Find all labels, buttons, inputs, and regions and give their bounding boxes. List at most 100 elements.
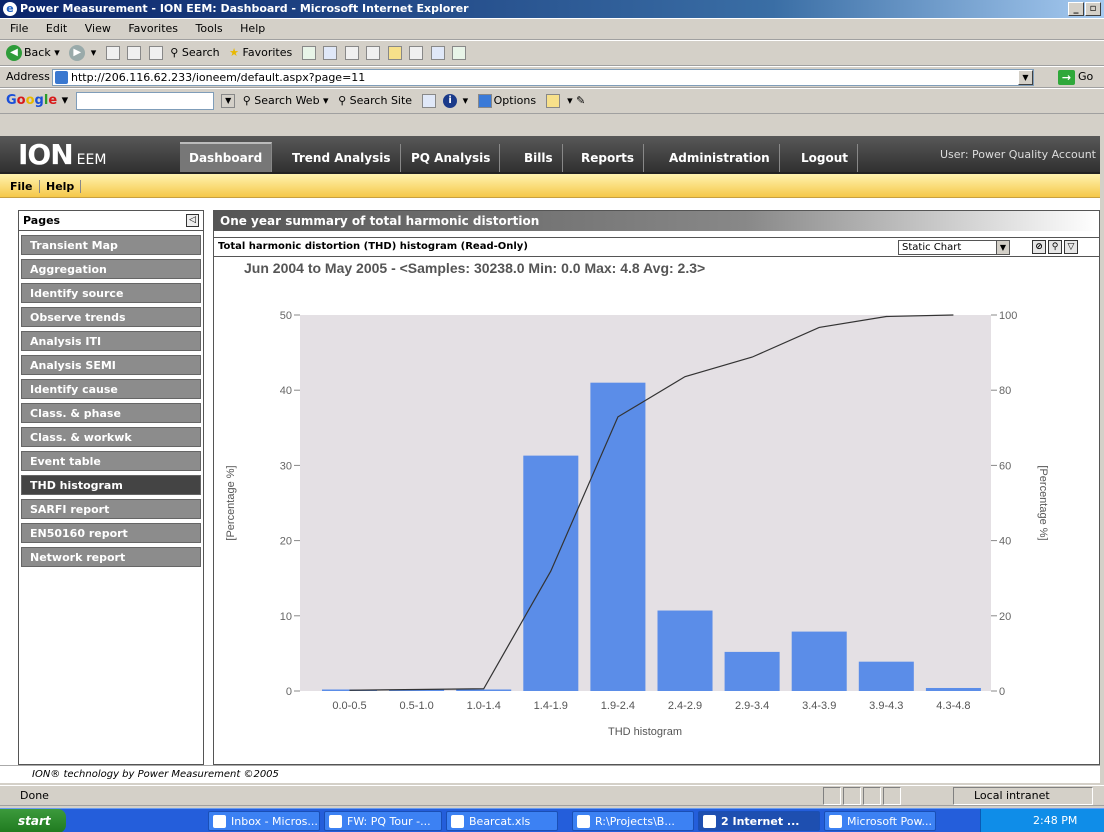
google-logo[interactable]: Google ▾ — [6, 89, 68, 113]
up-folder-icon[interactable] — [545, 94, 560, 108]
search-button[interactable]: ⚲ Search — [170, 41, 219, 65]
menu-help[interactable]: Help — [240, 22, 265, 35]
security-zone: Local intranet — [953, 787, 1093, 805]
edit-icon[interactable] — [409, 46, 424, 60]
favorites-button[interactable]: ★ Favorites — [229, 41, 292, 65]
history-icon[interactable] — [323, 46, 338, 60]
chart-header-title: Total harmonic distortion (THD) histogra… — [218, 241, 528, 252]
folder-icon — [577, 815, 590, 828]
menu-view[interactable]: View — [85, 22, 111, 35]
section-title: One year summary of total harmonic disto… — [214, 211, 1099, 231]
excel-icon — [451, 815, 464, 828]
search-web-button[interactable]: ⚲ Search Web ▾ — [243, 89, 329, 113]
tab-pq-analysis[interactable]: PQ Analysis — [402, 144, 501, 172]
maximize-button[interactable]: ▫ — [1085, 2, 1101, 16]
search-site-button[interactable]: ⚲ Search Site — [338, 89, 412, 113]
google-search-input[interactable] — [75, 92, 214, 110]
bar-3.9-4.3 — [858, 661, 914, 691]
sidebar-item-observe-trends[interactable]: Observe trends — [21, 307, 201, 327]
star-icon: ★ — [229, 46, 240, 59]
messenger-icon[interactable] — [452, 46, 467, 60]
browser-toolbar: ◀ Back ▾ ▶ ▾ ⚲ Search ★ Favorites — [0, 40, 1104, 66]
highlight-button[interactable]: ▾ ✎ — [567, 89, 585, 113]
right-tick-label: 20 — [999, 611, 1011, 623]
sidebar-item-thd-histogram[interactable]: THD histogram — [21, 475, 201, 495]
tab-administration[interactable]: Administration — [660, 144, 780, 172]
bar-4.3-4.8 — [925, 687, 981, 691]
right-tick-label: 0 — [999, 686, 1005, 698]
task-projects-folder[interactable]: R:\Projects\B... — [572, 811, 694, 831]
minimize-button[interactable]: _ — [1068, 2, 1084, 16]
outlook-icon — [213, 815, 226, 828]
task-fw-pq-tour[interactable]: FW: PQ Tour -... — [324, 811, 442, 831]
collapse-sidebar-icon[interactable]: ◁ — [186, 214, 199, 227]
google-dropdown-button[interactable]: ▼ — [221, 94, 236, 108]
sidebar-item-en50160-report[interactable]: EN50160 report — [21, 523, 201, 543]
app-header: ION EEM Dashboard Trend Analysis PQ Analy… — [0, 136, 1100, 174]
sidebar-item-identify-cause[interactable]: Identify cause — [21, 379, 201, 399]
menu-tools[interactable]: Tools — [196, 22, 223, 35]
tab-dashboard[interactable]: Dashboard — [180, 142, 273, 172]
sidebar-item-sarfi-report[interactable]: SARFI report — [21, 499, 201, 519]
task-internet-explorer[interactable]: 2 Internet ... — [698, 811, 820, 831]
chart-settings-icon[interactable]: ⊘ — [1032, 240, 1046, 254]
discuss-icon[interactable] — [430, 46, 445, 60]
menu-bar: File Edit View Favorites Tools Help — [0, 18, 1104, 40]
info-button[interactable]: i ▾ — [443, 89, 468, 113]
page-footer: ION® technology by Power Measurement ©20… — [0, 765, 1100, 783]
sidebar-item-class-phase[interactable]: Class. & phase — [21, 403, 201, 423]
zoom-icon[interactable]: ⚲ — [1048, 240, 1062, 254]
chart-mode-select[interactable]: Static Chart ▼ — [898, 240, 1010, 255]
print-icon[interactable] — [344, 46, 359, 60]
right-tick-label: 40 — [999, 536, 1011, 548]
address-dropdown-button[interactable]: ▼ — [1018, 70, 1033, 85]
info-icon: i — [443, 94, 458, 108]
right-tick-label: 80 — [999, 385, 1011, 397]
sidebar-item-aggregation[interactable]: Aggregation — [21, 259, 201, 279]
folder-icon[interactable] — [387, 46, 402, 60]
menu-edit[interactable]: Edit — [46, 22, 67, 35]
sidebar-item-analysis-semi[interactable]: Analysis SEMI — [21, 355, 201, 375]
sidebar-item-identify-source[interactable]: Identify source — [21, 283, 201, 303]
sidebar-item-event-table[interactable]: Event table — [21, 451, 201, 471]
status-bar: Done Local intranet — [0, 785, 1104, 806]
back-button[interactable]: ◀ Back ▾ — [6, 41, 60, 65]
address-input[interactable]: http://206.116.62.233/ioneem/default.asp… — [52, 69, 1034, 86]
x-tick-label: 0.5-1.0 — [399, 700, 433, 712]
refresh-icon[interactable] — [127, 46, 142, 60]
app-menu-help[interactable]: Help — [40, 180, 82, 193]
tab-logout[interactable]: Logout — [792, 144, 859, 172]
task-powerpoint[interactable]: Microsoft Pow... — [824, 811, 936, 831]
mail-icon[interactable] — [366, 46, 381, 60]
menu-favorites[interactable]: Favorites — [128, 22, 178, 35]
ie-icon: e — [3, 2, 17, 16]
task-inbox[interactable]: Inbox - Micros... — [208, 811, 320, 831]
news-icon[interactable] — [421, 94, 436, 108]
content-area: Pages ◁ Transient Map Aggregation Identify… — [0, 198, 1100, 765]
sidebar-item-class-workwk[interactable]: Class. & workwk — [21, 427, 201, 447]
tab-trend-analysis[interactable]: Trend Analysis — [283, 144, 401, 172]
tab-reports[interactable]: Reports — [572, 144, 645, 172]
forward-button[interactable]: ▶ ▾ — [69, 41, 96, 65]
menu-file[interactable]: File — [10, 22, 28, 35]
tab-bills[interactable]: Bills — [515, 144, 563, 172]
task-bearcat[interactable]: Bearcat.xls — [446, 811, 558, 831]
main-panel: One year summary of total harmonic disto… — [213, 210, 1100, 765]
media-icon[interactable] — [301, 46, 316, 60]
back-arrow-icon: ◀ — [6, 45, 22, 61]
clock: 2:48 PM — [1033, 814, 1078, 827]
start-button[interactable]: start — [0, 809, 66, 832]
options-button[interactable]: Options — [477, 89, 536, 113]
status-cell — [883, 787, 901, 805]
taskbar: start Inbox - Micros... FW: PQ Tour -...… — [0, 808, 1104, 832]
status-text: Done — [20, 789, 49, 802]
stop-icon[interactable] — [105, 46, 120, 60]
app-menu-file[interactable]: File — [4, 180, 40, 193]
sidebar-item-analysis-iti[interactable]: Analysis ITI — [21, 331, 201, 351]
sidebar-item-network-report[interactable]: Network report — [21, 547, 201, 567]
sidebar-item-transient-map[interactable]: Transient Map — [21, 235, 201, 255]
bar-3.4-3.9 — [791, 631, 847, 691]
export-icon[interactable]: ▽ — [1064, 240, 1078, 254]
home-icon[interactable] — [148, 46, 163, 60]
go-button[interactable]: → Go — [1058, 69, 1093, 86]
